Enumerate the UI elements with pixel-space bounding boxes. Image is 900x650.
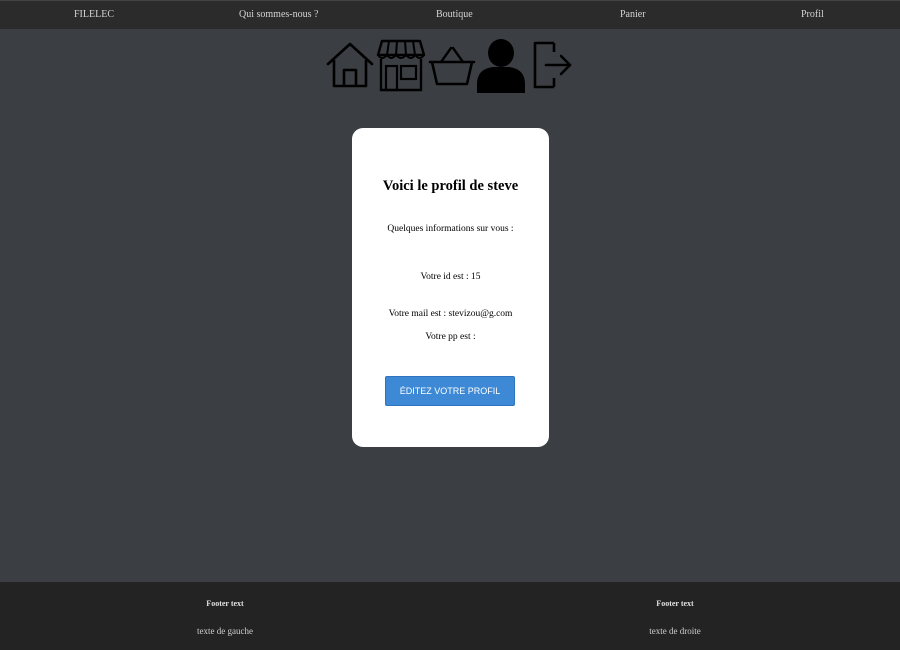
edit-profile-button[interactable]: ÉDITEZ VOTRE PROFIL: [385, 376, 515, 406]
footer-right-heading: Footer text: [656, 599, 694, 608]
store-icon[interactable]: [376, 38, 426, 94]
profile-id: Votre id est : 15: [420, 272, 481, 282]
profile-picture-label: Votre pp est :: [425, 332, 476, 342]
top-navigation-bar: FILELEC Qui sommes-nous ? Boutique Panie…: [0, 0, 900, 29]
footer-left-text: texte de gauche: [197, 626, 253, 636]
nav-link-brand[interactable]: FILELEC: [74, 9, 114, 20]
footer: Footer text texte de gauche Footer text …: [0, 582, 900, 650]
nav-link-shop[interactable]: Boutique: [436, 9, 473, 20]
home-icon[interactable]: [325, 38, 375, 94]
user-icon[interactable]: [476, 38, 526, 94]
footer-left-heading: Footer text: [206, 599, 244, 608]
basket-icon[interactable]: [427, 38, 477, 94]
profile-title: Voici le profil de steve: [382, 178, 519, 194]
nav-link-profile[interactable]: Profil: [801, 9, 824, 20]
profile-mail: Votre mail est : stevizou@g.com: [388, 309, 513, 319]
profile-card: Voici le profil de steve Quelques inform…: [352, 128, 549, 447]
nav-link-cart[interactable]: Panier: [620, 9, 646, 20]
nav-link-about[interactable]: Qui sommes-nous ?: [239, 9, 318, 20]
logout-icon[interactable]: [532, 38, 582, 94]
footer-right-text: texte de droite: [649, 626, 701, 636]
profile-intro: Quelques informations sur vous :: [387, 224, 514, 234]
